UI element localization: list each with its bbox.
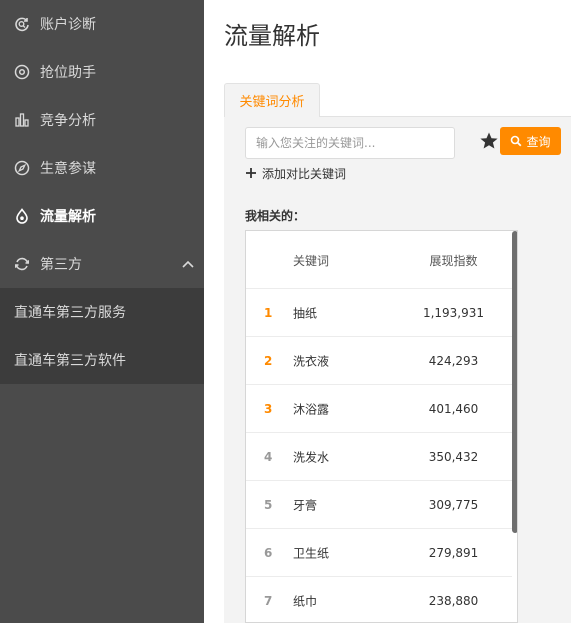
bar-chart-icon — [15, 113, 29, 127]
table-row[interactable]: 5 牙膏 309,775 — [246, 480, 512, 528]
keyword-cell: 沐浴露 — [293, 402, 330, 416]
table-scrollbar[interactable] — [512, 231, 517, 533]
keyword-cell: 洗发水 — [293, 450, 330, 464]
rank-number: 7 — [264, 593, 273, 608]
sidebar-item-label: 流量解析 — [40, 209, 96, 225]
third-party-submenu: 直通车第三方服务 直通车第三方软件 — [0, 288, 204, 384]
query-button-label: 查询 — [526, 134, 551, 149]
chevron-up-icon[interactable] — [182, 260, 194, 268]
impression-index-cell: 350,432 — [428, 449, 479, 464]
compass-icon — [14, 160, 30, 176]
column-header-keyword: 关键词 — [293, 253, 330, 268]
table-row[interactable]: 2 洗衣液 424,293 — [246, 336, 512, 384]
keyword-cell: 卫生纸 — [293, 546, 330, 560]
sidebar-item-label: 抢位助手 — [40, 65, 96, 81]
query-button[interactable]: 查询 — [500, 127, 561, 155]
plus-icon — [246, 168, 256, 178]
table-row[interactable]: 1 抽纸 1,193,931 — [246, 288, 512, 336]
sidebar-item-label: 账户诊断 — [40, 17, 96, 33]
submenu-item-third-party-software[interactable]: 直通车第三方软件 — [0, 336, 204, 384]
sidebar-item-traffic-analysis[interactable]: 流量解析 — [0, 192, 204, 240]
keyword-table: 关键词 展现指数 1 抽纸 1,193,931 2 洗衣液 424,293 3 … — [245, 230, 518, 623]
sidebar: 账户诊断 抢位助手 竞争分析 生意参谋 流量解析 第三方 直通车第三方服务 直通… — [0, 0, 204, 623]
sidebar-item-third-party[interactable]: 第三方 — [0, 240, 204, 288]
diagnosis-icon — [15, 17, 29, 32]
submenu-item-third-party-service[interactable]: 直通车第三方服务 — [0, 288, 204, 336]
submenu-item-label: 直通车第三方软件 — [14, 353, 126, 369]
rank-number: 3 — [264, 401, 273, 416]
impression-index-cell: 309,775 — [428, 497, 479, 512]
table-row[interactable]: 6 卫生纸 279,891 — [246, 528, 512, 576]
table-row[interactable]: 4 洗发水 350,432 — [246, 432, 512, 480]
impression-index-cell: 238,880 — [428, 593, 479, 608]
sidebar-item-position-assistant[interactable]: 抢位助手 — [0, 48, 204, 96]
rank-number: 5 — [264, 497, 273, 512]
impression-index-cell: 1,193,931 — [422, 305, 485, 320]
keyword-cell: 牙膏 — [293, 498, 318, 512]
rank-number: 1 — [264, 305, 273, 320]
loop-icon — [15, 257, 29, 271]
sidebar-item-label: 竞争分析 — [40, 113, 96, 129]
sidebar-item-competition-analysis[interactable]: 竞争分析 — [0, 96, 204, 144]
add-compare-label: 添加对比关键词 — [262, 166, 347, 181]
page-title: 流量解析 — [224, 22, 320, 50]
section-label-related: 我相关的： — [245, 209, 306, 223]
table-row[interactable]: 3 沐浴露 401,460 — [246, 384, 512, 432]
sidebar-item-label: 第三方 — [40, 257, 82, 273]
submenu-item-label: 直通车第三方服务 — [14, 305, 126, 321]
keyword-cell: 洗衣液 — [293, 354, 330, 368]
flame-icon — [16, 208, 28, 224]
tab-keyword-analysis[interactable]: 关键词分析 — [224, 83, 320, 117]
sidebar-item-label: 生意参谋 — [40, 161, 96, 177]
search-icon — [511, 135, 522, 147]
table-row[interactable]: 7 纸巾 238,880 — [246, 576, 512, 622]
target-icon — [14, 64, 30, 80]
add-compare-keyword-link[interactable]: 添加对比关键词 — [245, 165, 346, 181]
sidebar-item-account-diagnosis[interactable]: 账户诊断 — [0, 0, 204, 48]
column-header-impression-index: 展现指数 — [429, 253, 478, 268]
star-icon[interactable] — [479, 131, 499, 151]
impression-index-cell: 401,460 — [428, 401, 479, 416]
impression-index-cell: 279,891 — [428, 545, 479, 560]
keyword-cell: 抽纸 — [293, 306, 318, 320]
impression-index-cell: 424,293 — [428, 353, 479, 368]
rank-number: 6 — [264, 545, 273, 560]
rank-number: 4 — [264, 449, 273, 464]
rank-number: 2 — [264, 353, 273, 368]
keyword-search-input[interactable] — [245, 127, 455, 159]
sidebar-item-business-advisor[interactable]: 生意参谋 — [0, 144, 204, 192]
keyword-cell: 纸巾 — [293, 594, 318, 608]
